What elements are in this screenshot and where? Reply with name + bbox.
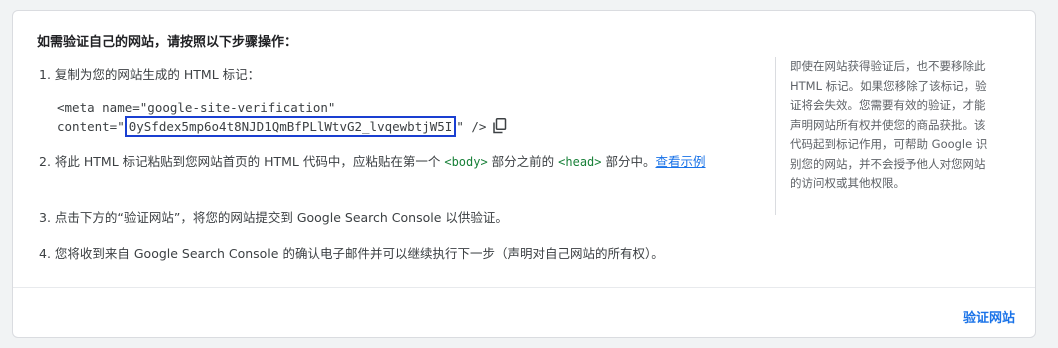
- step-2-middle: 部分之前的: [487, 154, 559, 169]
- view-example-link[interactable]: 查看示例: [656, 154, 706, 169]
- code-line-2-suffix: " />: [456, 119, 487, 134]
- step-4: 4. 您将收到来自 Google Search Console 的确认电子邮件并…: [39, 246, 664, 261]
- side-note: 即使在网站获得验证后，也不要移除此 HTML 标记。如果您移除了该标记，验证将会…: [775, 57, 995, 215]
- step-2-prefix: 2. 将此 HTML 标记粘贴到您网站首页的 HTML 代码中，应粘贴在第一个: [39, 154, 445, 169]
- verify-site-button[interactable]: 验证网站: [959, 305, 1019, 328]
- verification-card: 如需验证自己的网站，请按照以下步骤操作： 1. 复制为您的网站生成的 HTML …: [12, 10, 1036, 338]
- copy-icon[interactable]: [492, 118, 507, 138]
- code-line-1: <meta name="google-site-verification": [57, 100, 336, 115]
- step-1: 1. 复制为您的网站生成的 HTML 标记：: [39, 67, 261, 82]
- meta-tag-code: <meta name="google-site-verification" co…: [57, 99, 507, 138]
- verification-token[interactable]: 0ySfdex5mp6o4t8NJD1QmBfPLlWtvG2_lvqewbtj…: [124, 116, 457, 137]
- instructions-heading: 如需验证自己的网站，请按照以下步骤操作：: [37, 35, 298, 50]
- head-tag: <head>: [558, 155, 602, 169]
- code-line-2-prefix: content=": [57, 119, 125, 134]
- footer-divider: [13, 287, 1035, 288]
- step-3: 3. 点击下方的“验证网站”，将您的网站提交到 Google Search Co…: [39, 210, 508, 225]
- step-2: 2. 将此 HTML 标记粘贴到您网站首页的 HTML 代码中，应粘贴在第一个 …: [39, 152, 759, 172]
- step-2-suffix: 部分中。: [601, 154, 656, 169]
- body-tag: <body>: [444, 155, 488, 169]
